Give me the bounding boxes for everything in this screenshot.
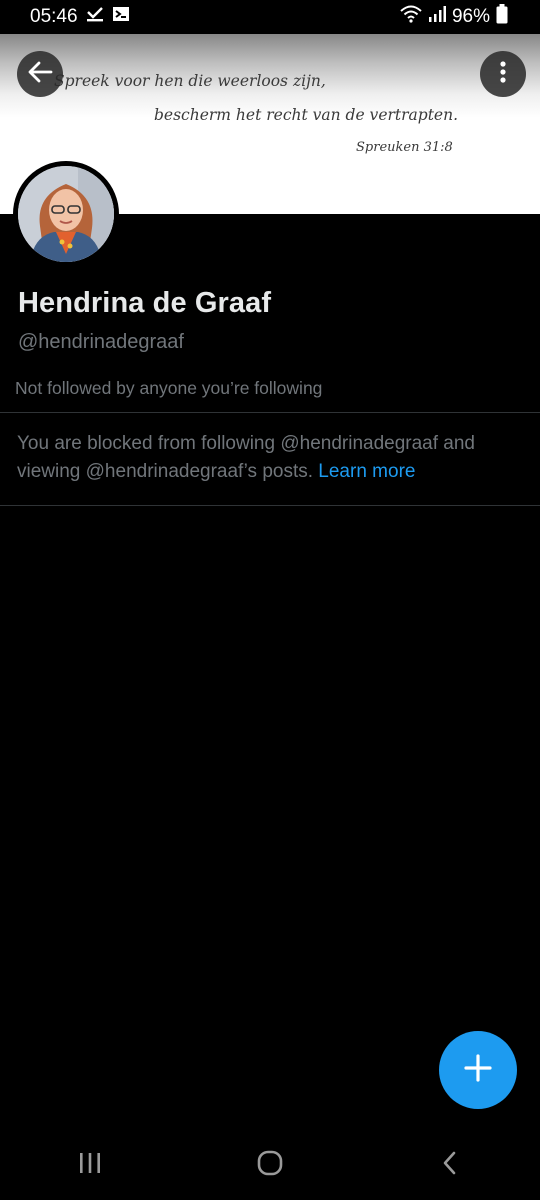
back-button[interactable]: [17, 51, 63, 97]
avatar-photo: [18, 166, 114, 262]
avatar[interactable]: [13, 161, 119, 267]
signal-icon: [428, 6, 446, 28]
more-vertical-icon: [499, 60, 507, 89]
more-options-button[interactable]: [480, 51, 526, 97]
home-button[interactable]: [240, 1140, 300, 1190]
divider: [0, 505, 540, 506]
status-right: 96%: [400, 4, 508, 30]
status-bar: 05:46 96%: [0, 0, 540, 34]
recents-button[interactable]: [60, 1140, 120, 1190]
system-back-button[interactable]: [420, 1140, 480, 1190]
system-nav-bar: [0, 1130, 540, 1200]
plus-icon: [464, 1053, 492, 1087]
divider: [0, 412, 540, 413]
back-icon: [440, 1149, 460, 1182]
banner-quote-line-1: Spreek voor hen die weerloos zijn,: [54, 72, 326, 90]
learn-more-link[interactable]: Learn more: [318, 461, 415, 482]
status-left: 05:46: [30, 6, 130, 28]
check-download-icon: [86, 6, 104, 28]
banner-quote-reference: Spreuken 31:8: [356, 140, 453, 155]
home-icon: [256, 1149, 284, 1182]
clock: 05:46: [30, 6, 78, 27]
terminal-icon: [112, 6, 130, 28]
battery-percent: 96%: [451, 6, 490, 27]
compose-fab-button[interactable]: [439, 1031, 517, 1109]
recents-icon: [77, 1151, 103, 1180]
profile-display-name: Hendrina de Graaf: [18, 287, 272, 319]
banner-quote-line-2: bescherm het recht van de vertrapten.: [154, 106, 459, 124]
arrow-left-icon: [27, 60, 53, 89]
followed-by-text: Not followed by anyone you’re following: [15, 378, 323, 398]
blocked-notice: You are blocked from following @hendrina…: [17, 430, 517, 486]
wifi-icon: [400, 5, 422, 29]
battery-icon: [496, 4, 508, 30]
profile-handle: @hendrinadegraaf: [18, 331, 184, 353]
